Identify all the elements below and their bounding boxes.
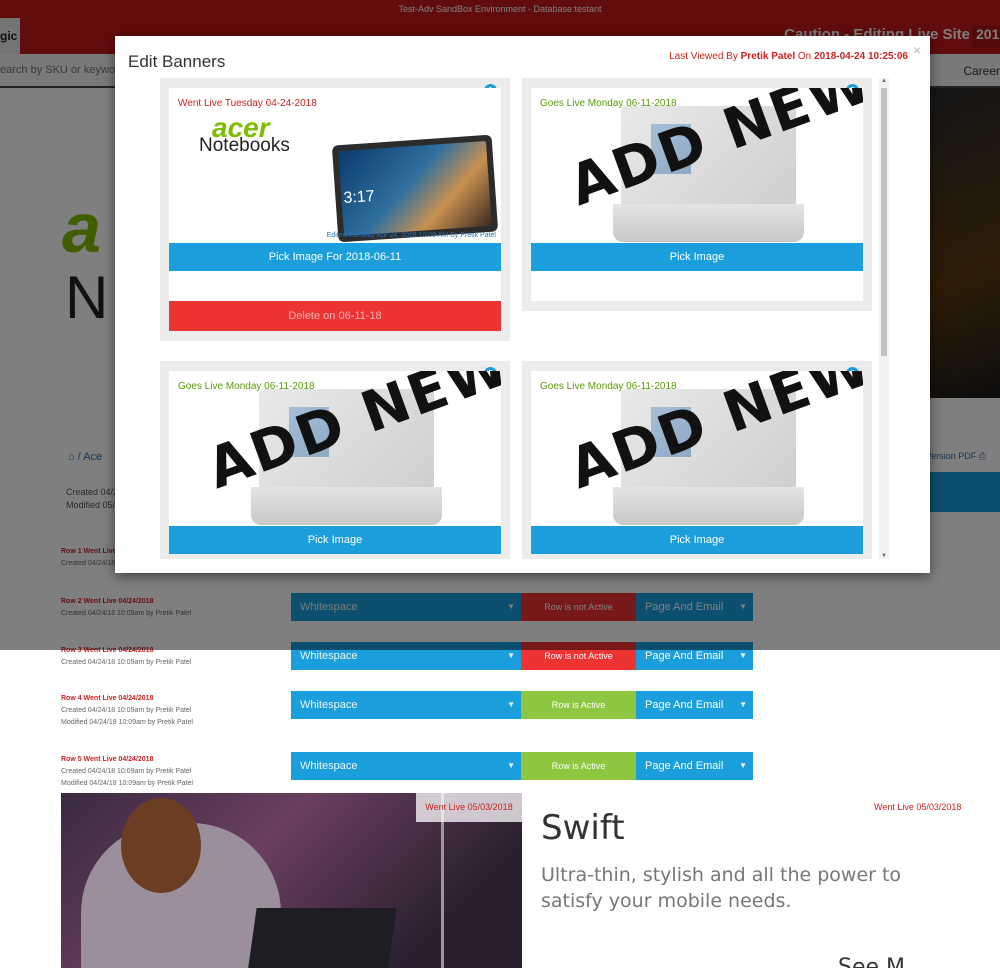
banner-card-inner: 3 Goes Live Monday 06-11-2018 ADD NEW Pi… (169, 367, 501, 554)
row-created: Created 04/24/18 10:09am by Pretik Patel (61, 768, 192, 775)
pick-image-button[interactable]: Pick Image (531, 243, 863, 271)
pick-image-button[interactable]: Pick Image (531, 526, 863, 554)
tablet-illustration: 3:17 (331, 134, 499, 243)
row-title: Row 5 Went Live 04/24/2018 (61, 756, 154, 763)
scrollbar-thumb[interactable] (881, 88, 887, 356)
card-spacer (169, 271, 501, 301)
went-live-badge: Went Live 05/03/2018 (416, 793, 522, 822)
last-viewed-prefix: Last Viewed By (669, 51, 741, 62)
banner-card-inner: 2 Goes Live Monday 06-11-2018 ADD NEW Pi… (531, 84, 863, 301)
promo-title: Swift (541, 808, 625, 848)
row-created: Created 04/24/18 10:09am by Pretik Patel (61, 707, 192, 714)
laptop-illustration (245, 908, 397, 968)
delete-banner-button[interactable]: Delete on 06-11-18 (169, 301, 501, 331)
mode-select[interactable]: Page And Email ▼ (636, 752, 753, 780)
chevron-down-icon: ▼ (507, 761, 515, 770)
banner-image: Goes Live Monday 06-11-2018 ADD NEW (531, 371, 863, 526)
edit-banners-modal: Edit Banners Last Viewed By Pretik Patel… (115, 36, 930, 573)
banner-image: Went Live Tuesday 04-24-2018 acer Notebo… (169, 88, 501, 243)
banner-live-label: Goes Live Monday 06-11-2018 (178, 381, 315, 392)
pick-image-button[interactable]: Pick Image (169, 526, 501, 554)
promo-description: Ultra-thin, stylish and all the power to… (541, 864, 902, 912)
modal-body: 1 Went Live Tuesday 04-24-2018 acer Note… (160, 78, 878, 559)
last-viewed-user: Pretik Patel (740, 51, 796, 62)
banner-card: 4 Goes Live Monday 06-11-2018 ADD NEW Pi… (522, 361, 872, 559)
banner-image: Goes Live Monday 06-11-2018 ADD NEW (169, 371, 501, 526)
layout-select-value: Whitespace (300, 650, 358, 662)
last-viewed-info: Last Viewed By Pretik Patel On 2018-04-2… (669, 51, 908, 62)
chevron-down-icon: ▼ (739, 761, 747, 770)
chevron-down-icon: ▼ (507, 700, 515, 709)
banner-image: Goes Live Monday 06-11-2018 ADD NEW (531, 88, 863, 243)
modal-title: Edit Banners (128, 52, 226, 71)
went-live-label: Went Live 05/03/2018 (874, 802, 962, 812)
row-modified: Modified 04/24/18 10:09am by Pretik Pate… (61, 719, 193, 726)
banner-card-inner: 4 Goes Live Monday 06-11-2018 ADD NEW Pi… (531, 367, 863, 554)
row-controls: Whitespace ▼ Row is Active Page And Email… (291, 691, 753, 719)
mode-select-value: Page And Email (645, 760, 724, 772)
row-info: Row 5 Went Live 04/24/2018 Created 04/24… (61, 754, 193, 790)
edited-info: Edited Tuesday Apr 24, 2018 10:09 AM By … (326, 232, 496, 239)
person-head (121, 798, 201, 893)
scroll-up-icon[interactable]: ▲ (881, 78, 887, 84)
laptop-base (613, 204, 804, 242)
banner-card: 3 Goes Live Monday 06-11-2018 ADD NEW Pi… (160, 361, 510, 559)
promo-image: Went Live 05/03/2018 (61, 793, 522, 968)
mode-select-value: Page And Email (645, 699, 724, 711)
pick-image-button[interactable]: Pick Image For 2018-06-11 (169, 243, 501, 271)
laptop-base (613, 487, 804, 525)
last-viewed-mid: On (795, 51, 815, 62)
scroll-down-icon[interactable]: ▼ (881, 553, 887, 559)
modal-scrollbar[interactable]: ▲ ▼ (879, 78, 889, 559)
chevron-down-icon: ▼ (739, 700, 747, 709)
row-status-toggle[interactable]: Row is Active (521, 752, 636, 780)
tablet-clock: 3:17 (342, 187, 376, 207)
row-created: Created 04/24/18 10:09am by Pretik Patel (61, 659, 192, 666)
card-spacer (531, 271, 863, 301)
close-icon[interactable]: × (913, 42, 921, 58)
row-status-toggle[interactable]: Row is Active (521, 691, 636, 719)
row-title: Row 4 Went Live 04/24/2018 (61, 695, 154, 702)
mode-select-value: Page And Email (645, 650, 724, 662)
layout-select[interactable]: Whitespace ▼ (291, 752, 521, 780)
layout-select-value: Whitespace (300, 699, 358, 711)
banner-live-label: Goes Live Monday 06-11-2018 (540, 381, 677, 392)
row-modified: Modified 04/24/18 10:09am by Pretik Pate… (61, 780, 193, 787)
banner-card: 1 Went Live Tuesday 04-24-2018 acer Note… (160, 78, 510, 341)
banner-subtitle: Notebooks (199, 135, 290, 156)
banner-live-label: Goes Live Monday 06-11-2018 (540, 98, 677, 109)
layout-select-value: Whitespace (300, 760, 358, 772)
mode-select[interactable]: Page And Email ▼ (636, 691, 753, 719)
see-more-link[interactable]: See M (838, 955, 905, 968)
row-controls: Whitespace ▼ Row is Active Page And Email… (291, 752, 753, 780)
layout-select[interactable]: Whitespace ▼ (291, 691, 521, 719)
banner-card-inner: 1 Went Live Tuesday 04-24-2018 acer Note… (169, 84, 501, 331)
banner-card: 2 Goes Live Monday 06-11-2018 ADD NEW Pi… (522, 78, 872, 311)
row-info: Row 4 Went Live 04/24/2018 Created 04/24… (61, 693, 193, 729)
banner-live-label: Went Live Tuesday 04-24-2018 (178, 98, 317, 109)
laptop-base (251, 487, 442, 525)
last-viewed-date: 2018-04-24 10:25:06 (814, 51, 908, 62)
